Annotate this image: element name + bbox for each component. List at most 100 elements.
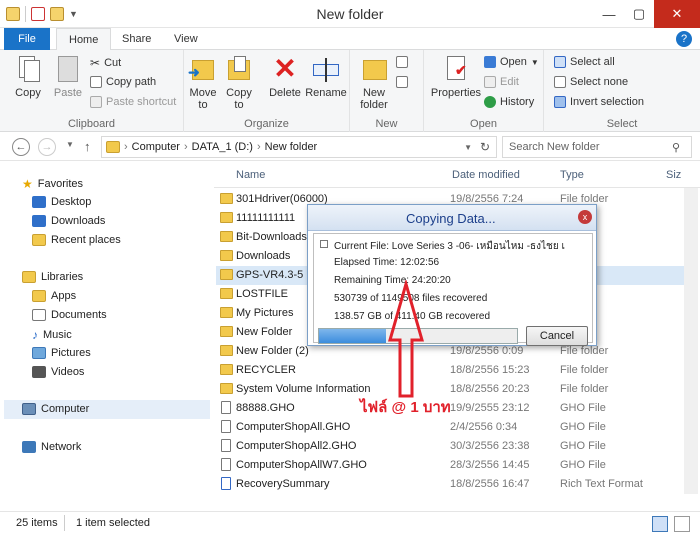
file-name: System Volume Information (236, 383, 371, 395)
easy-access-icon (396, 76, 408, 88)
cut-button[interactable]: ✂ Cut (90, 56, 121, 70)
new-group-label: New (375, 118, 398, 130)
paste-shortcut-button[interactable]: Paste shortcut (90, 96, 176, 108)
downloads-icon (32, 215, 46, 227)
scissors-icon: ✂ (90, 56, 101, 70)
invert-selection-button[interactable]: Invert selection (554, 96, 644, 108)
rename-button[interactable]: Rename (304, 54, 348, 99)
chevron-right-icon: › (256, 141, 261, 153)
select-all-button[interactable]: Select all (554, 56, 615, 68)
help-button[interactable]: ? (676, 31, 692, 47)
dialog-close-button[interactable]: x (578, 210, 592, 224)
refresh-button[interactable]: ↻ (480, 140, 490, 154)
new-item-button[interactable] (396, 56, 408, 68)
breadcrumb-drive[interactable]: DATA_1 (D:) (192, 141, 253, 153)
table-row[interactable]: 88888.GHO 19/9/2555 23:12 GHO File (216, 399, 692, 418)
easy-access-button[interactable] (396, 76, 408, 88)
documents-icon (32, 309, 46, 321)
new-group: New folder New (350, 50, 424, 132)
up-button[interactable]: ↑ (84, 139, 91, 154)
network-icon (22, 441, 36, 453)
ribbon: Copy Paste ✂ Cut Copy path Paste shortcut… (0, 50, 700, 132)
forward-button[interactable]: → (38, 138, 56, 156)
properties-button[interactable]: ✔ Properties (428, 54, 484, 99)
history-icon (484, 96, 496, 108)
nav-computer[interactable]: Computer (22, 403, 89, 415)
cut-label: Cut (104, 57, 122, 69)
nav-music[interactable]: ♪ Music (32, 328, 72, 342)
breadcrumb-folder[interactable]: New folder (265, 141, 318, 153)
move-to-button[interactable]: ➜ Move to (186, 54, 220, 111)
nav-favorites[interactable]: ★ Favorites (22, 177, 83, 191)
nav-pictures[interactable]: Pictures (32, 347, 91, 359)
vertical-scrollbar[interactable] (684, 188, 698, 494)
nav-apps[interactable]: Apps (32, 290, 76, 302)
close-button[interactable]: ✕ (654, 0, 700, 28)
table-row[interactable]: RecoverySummary 18/8/2556 16:47 Rich Text … (216, 475, 692, 494)
cancel-button[interactable]: Cancel (526, 326, 588, 346)
history-button[interactable]: History (484, 96, 534, 108)
edit-button[interactable]: Edit (484, 76, 519, 88)
tab-share[interactable]: Share (110, 28, 163, 50)
table-row[interactable]: RECYCLER 18/8/2556 15:23 File folder (216, 361, 692, 380)
chevron-right-icon: › (183, 141, 188, 153)
table-row[interactable]: System Volume Information 18/8/2556 20:23… (216, 380, 692, 399)
details-view-icon[interactable] (652, 516, 668, 532)
title-bar: ▼ New folder — ▢ ✕ (0, 0, 700, 28)
address-box[interactable]: › Computer › DATA_1 (D:) › New folder ▼ … (101, 136, 497, 158)
tab-home[interactable]: Home (56, 28, 112, 51)
paste-label: Paste (53, 87, 83, 99)
properties-label: Properties (430, 87, 482, 99)
copy-path-button[interactable]: Copy path (90, 76, 156, 88)
nav-desktop[interactable]: Desktop (32, 196, 91, 208)
nav-network[interactable]: Network (22, 441, 81, 453)
dialog-title-bar: Copying Data... x (308, 205, 596, 231)
computer-icon (22, 403, 36, 415)
folder-icon (220, 288, 233, 299)
tab-file[interactable]: File (4, 28, 50, 50)
folder-icon (220, 307, 233, 318)
copy-to-button[interactable]: Copy to (222, 54, 256, 111)
maximize-button[interactable]: ▢ (624, 0, 654, 28)
column-size[interactable]: Siz (666, 169, 681, 181)
table-row[interactable]: ComputerShopAllW7.GHO 28/3/2556 14:45 GHO … (216, 456, 692, 475)
search-input[interactable]: Search New folder (502, 136, 692, 158)
nav-documents[interactable]: Documents (32, 309, 107, 321)
column-name[interactable]: Name (236, 169, 265, 181)
large-icons-view-icon[interactable] (674, 516, 690, 532)
nav-label: Libraries (41, 271, 84, 283)
file-type: GHO File (560, 421, 606, 433)
libraries-icon (22, 271, 36, 283)
open-button[interactable]: Open ▼ (484, 56, 539, 68)
chevron-down-icon[interactable]: ▼ (464, 143, 472, 152)
chevron-down-icon[interactable]: ▼ (66, 140, 74, 149)
arrow-annotation-icon (388, 280, 424, 398)
back-button[interactable]: ← (12, 138, 30, 156)
paste-button[interactable]: Paste (48, 54, 88, 99)
file-name: GPS-VR4.3-5 (236, 269, 304, 281)
column-date[interactable]: Date modified (452, 169, 520, 181)
nav-libraries[interactable]: Libraries (22, 271, 83, 283)
table-row[interactable]: ComputerShopAll2.GHO 30/3/2556 23:38 GHO F… (216, 437, 692, 456)
collapse-icon[interactable] (320, 240, 328, 248)
nav-label: Favorites (37, 178, 84, 190)
nav-recent-places[interactable]: Recent places (32, 234, 121, 246)
copy-button[interactable]: Copy (8, 54, 48, 99)
delete-button[interactable]: ✕ Delete (268, 54, 302, 100)
file-date: 2/4/2556 0:34 (450, 421, 518, 433)
select-group: Select all Select none Invert selection … (544, 50, 700, 132)
table-row[interactable]: ComputerShopAll.GHO 2/4/2556 0:34 GHO File (216, 418, 692, 437)
nav-videos[interactable]: Videos (32, 366, 84, 378)
nav-downloads[interactable]: Downloads (32, 215, 105, 227)
new-folder-button[interactable]: New folder (356, 54, 392, 111)
open-icon (484, 56, 496, 68)
minimize-button[interactable]: — (594, 0, 624, 28)
tab-view[interactable]: View (162, 28, 210, 50)
new-item-icon (396, 56, 408, 68)
organize-group-label: Organize (244, 118, 289, 130)
select-none-button[interactable]: Select none (554, 76, 628, 88)
music-icon: ♪ (32, 328, 38, 342)
search-icon: ⚲ (672, 142, 681, 154)
breadcrumb-computer[interactable]: Computer (132, 141, 180, 153)
column-type[interactable]: Type (560, 169, 584, 181)
